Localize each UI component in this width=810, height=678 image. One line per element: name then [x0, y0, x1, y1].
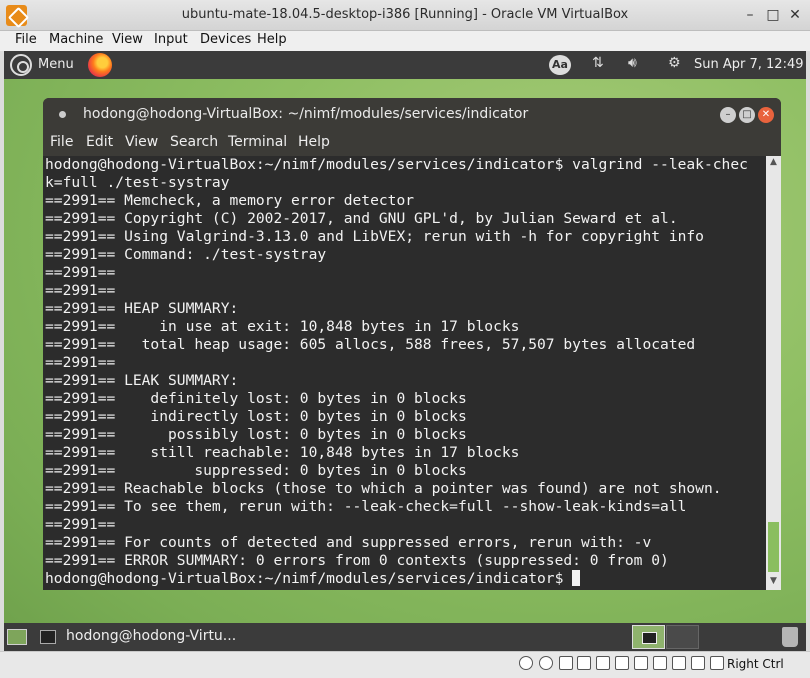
network-icon[interactable]: ⇅ — [592, 55, 604, 71]
terminal-title: hodong@hodong-VirtualBox: ~/nimf/modules… — [83, 106, 529, 122]
minimize-icon[interactable]: – — [742, 7, 758, 23]
hard-disk-icon[interactable] — [519, 656, 533, 670]
terminal-line: ==2991== To see them, rerun with: --leak… — [45, 498, 687, 515]
menu-devices[interactable]: Devices — [200, 32, 251, 47]
clock[interactable]: Sun Apr 7, 12:49 — [694, 57, 803, 72]
terminal-line: ==2991== Using Valgrind-3.13.0 and LibVE… — [45, 228, 704, 245]
close-icon[interactable]: ✕ — [787, 7, 803, 23]
settings-gear-icon[interactable]: ⚙ — [668, 55, 681, 71]
trash-icon[interactable] — [782, 627, 798, 647]
vbox-statusbar: Right Ctrl — [0, 651, 810, 678]
terminal-maximize-icon[interactable]: □ — [739, 107, 755, 123]
usb-icon[interactable] — [596, 656, 610, 670]
terminal-menu-view[interactable]: View — [125, 134, 158, 150]
terminal-line: hodong@hodong-VirtualBox:~/nimf/modules/… — [45, 156, 748, 173]
maximize-icon[interactable]: □ — [765, 7, 781, 23]
terminal-line: ==2991== still reachable: 10,848 bytes i… — [45, 444, 520, 461]
terminal-menu-terminal[interactable]: Terminal — [228, 134, 287, 150]
terminal-line: ==2991== — [45, 282, 116, 299]
terminal-line: ==2991== definitely lost: 0 bytes in 0 b… — [45, 390, 467, 407]
menu-input[interactable]: Input — [154, 32, 188, 47]
terminal-line: ==2991== — [45, 516, 116, 533]
virtualization-icon[interactable] — [672, 656, 686, 670]
menu-view[interactable]: View — [112, 32, 143, 47]
terminal-prompt: hodong@hodong-VirtualBox:~/nimf/modules/… — [45, 570, 564, 587]
terminal-line: ==2991== LEAK SUMMARY: — [45, 372, 239, 389]
terminal-line: ==2991== Memcheck, a memory error detect… — [45, 192, 415, 209]
scroll-down-icon[interactable]: ▼ — [768, 576, 779, 586]
taskbar-terminal-button[interactable]: hodong@hodong-Virtu... — [36, 625, 244, 649]
menu-help[interactable]: Help — [257, 32, 287, 47]
terminal-icon — [40, 630, 56, 644]
main-menu-button[interactable]: Menu — [38, 57, 74, 72]
video-capture-icon[interactable] — [653, 656, 667, 670]
scroll-thumb[interactable] — [768, 522, 779, 572]
scroll-up-icon[interactable]: ▲ — [768, 157, 779, 167]
terminal-line: ==2991== Command: ./test-systray — [45, 246, 327, 263]
terminal-line: ==2991== in use at exit: 10,848 bytes in… — [45, 318, 520, 335]
terminal-line: ==2991== HEAP SUMMARY: — [45, 300, 239, 317]
workspace-1[interactable] — [632, 625, 665, 649]
menu-machine[interactable]: Machine — [49, 32, 103, 47]
terminal-line: ==2991== indirectly lost: 0 bytes in 0 b… — [45, 408, 467, 425]
menu-file[interactable]: File — [15, 32, 37, 47]
show-desktop-icon[interactable] — [7, 629, 27, 645]
top-panel: Menu Aa ⇅ 🔊︎ ⚙ Sun Apr 7, 12:49 — [4, 51, 806, 79]
terminal-line: ==2991== Reachable blocks (those to whic… — [45, 480, 722, 497]
network-adapter-icon[interactable] — [577, 656, 591, 670]
terminal-cursor — [572, 570, 581, 586]
keyboard-capture-icon[interactable] — [710, 656, 724, 670]
guest-desktop: Menu Aa ⇅ 🔊︎ ⚙ Sun Apr 7, 12:49 hodong@h… — [4, 51, 806, 651]
terminal-scrollbar[interactable]: ▲ ▼ — [766, 156, 781, 590]
terminal-menu-edit[interactable]: Edit — [86, 134, 113, 150]
terminal-line: ==2991== total heap usage: 605 allocs, 5… — [45, 336, 696, 353]
workspace-2[interactable] — [666, 625, 699, 649]
terminal-line: ==2991== — [45, 354, 116, 371]
host-key-label: Right Ctrl — [727, 657, 784, 671]
terminal-line: ==2991== For counts of detected and supp… — [45, 534, 652, 551]
terminal-line: ==2991== — [45, 264, 116, 281]
terminal-prompt-line: hodong@hodong-VirtualBox:~/nimf/modules/… — [45, 570, 766, 588]
terminal-minimize-icon[interactable]: – — [720, 107, 736, 123]
keyboard-layout-icon[interactable]: Aa — [549, 55, 571, 75]
window-title: ubuntu-mate-18.04.5-desktop-i386 [Runnin… — [181, 7, 629, 22]
optical-drive-icon[interactable] — [539, 656, 553, 670]
audio-icon[interactable] — [559, 656, 573, 670]
vbox-menubar: File Machine View Input Devices Help — [0, 31, 810, 51]
terminal-menubar: File Edit View Search Terminal Help — [43, 131, 781, 156]
terminal-output[interactable]: hodong@hodong-VirtualBox:~/nimf/modules/… — [44, 156, 766, 590]
window-menu-icon[interactable] — [59, 111, 66, 118]
shared-folders-icon[interactable] — [615, 656, 629, 670]
bottom-panel: hodong@hodong-Virtu... — [4, 623, 806, 651]
taskbar-terminal-label: hodong@hodong-Virtu... — [66, 628, 237, 644]
terminal-line: ==2991== suppressed: 0 bytes in 0 blocks — [45, 462, 467, 479]
display-icon[interactable] — [634, 656, 648, 670]
terminal-line: k=full ./test-systray — [45, 174, 230, 191]
terminal-window: hodong@hodong-VirtualBox: ~/nimf/modules… — [43, 98, 781, 590]
terminal-line: ==2991== possibly lost: 0 bytes in 0 blo… — [45, 426, 467, 443]
terminal-close-icon[interactable]: ✕ — [758, 107, 774, 123]
terminal-titlebar[interactable]: hodong@hodong-VirtualBox: ~/nimf/modules… — [43, 98, 781, 131]
terminal-line: ==2991== Copyright (C) 2002-2017, and GN… — [45, 210, 678, 227]
terminal-menu-search[interactable]: Search — [170, 134, 218, 150]
volume-icon[interactable]: 🔊︎ — [628, 55, 637, 71]
mouse-integration-icon[interactable] — [691, 656, 705, 670]
firefox-icon[interactable] — [88, 53, 112, 77]
terminal-menu-file[interactable]: File — [50, 134, 73, 150]
vbox-titlebar: ubuntu-mate-18.04.5-desktop-i386 [Runnin… — [0, 0, 810, 31]
ubuntu-logo-icon[interactable] — [10, 54, 32, 76]
terminal-menu-help[interactable]: Help — [298, 134, 330, 150]
terminal-line: ==2991== ERROR SUMMARY: 0 errors from 0 … — [45, 552, 669, 569]
